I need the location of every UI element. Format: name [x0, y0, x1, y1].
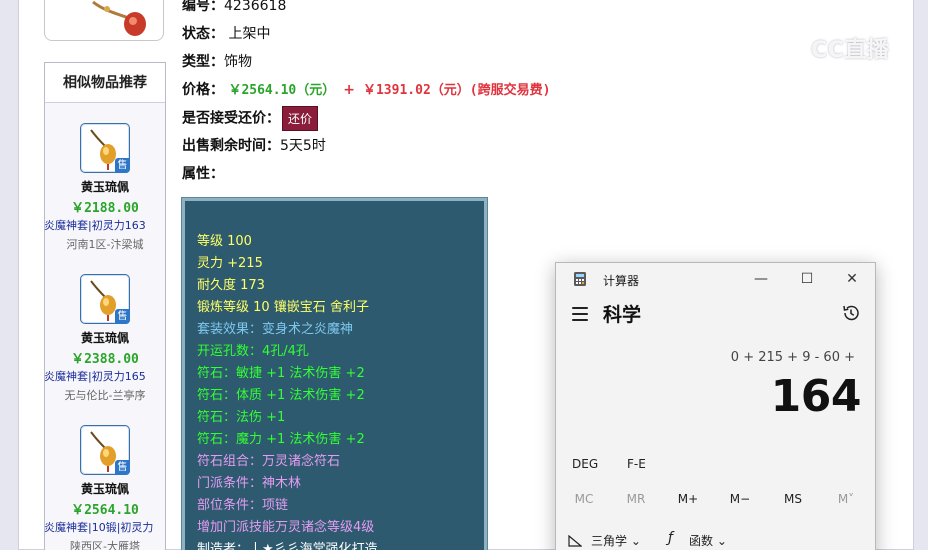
pendant-icon[interactable]: 售 [80, 425, 130, 475]
item-id-label: 编号： [182, 0, 224, 14]
item-id-row: 编号：4236618 [182, 0, 286, 15]
similar-item-attr: 炎魔神套|10锻|初灵力 [44, 521, 154, 534]
calculator-app-icon [574, 272, 586, 286]
similar-item[interactable]: 售 黄玉琉佩 ￥2388.00 炎魔神套|初灵力165 无与伦比-兰亭序 [44, 274, 165, 403]
history-icon[interactable] [841, 303, 861, 323]
calculator-result: 164 [770, 371, 862, 422]
attr-row: 符石：敏捷 +1 法术伤害 +2 [197, 366, 365, 381]
calculator-expression: 0 + 215 + 9 - 60 + [730, 350, 855, 365]
item-attr-label: 属性： [182, 166, 224, 182]
attr-row: 耐久度 173 [197, 278, 265, 293]
item-price-row: 价格： ￥2564.10（元） + ￥1391.02（元）(跨服交易费) [182, 79, 550, 99]
item-time-value: 5天5时 [280, 138, 326, 154]
attr-row: 部位条件：项链 [197, 498, 289, 513]
calculator-window[interactable]: 计算器 — ☐ ✕ 科学 0 + 215 + 9 - 60 + 164 DEG … [555, 262, 876, 550]
item-price-value: ￥2564.10（元） [228, 83, 336, 98]
item-type-row: 类型：饰物 [182, 51, 252, 71]
pendant-icon[interactable]: 售 [80, 274, 130, 324]
bargain-button[interactable]: 还价 [282, 106, 319, 131]
item-attr-row: 属性： [182, 163, 224, 183]
close-button[interactable]: ✕ [841, 269, 863, 289]
sale-badge: 售 [115, 158, 130, 173]
menu-icon[interactable] [572, 307, 588, 321]
similar-item-price: ￥2388.00 [71, 352, 139, 367]
function-icon: ƒ [668, 530, 673, 546]
cross-server-fee: ￥1391.02（元）(跨服交易费) [362, 83, 551, 98]
calculator-function-bar: 三角学 ⌄ ƒ 函数 ⌄ [556, 529, 875, 550]
calculator-titlebar[interactable]: 计算器 — ☐ ✕ [556, 263, 875, 295]
maximize-button[interactable]: ☐ [796, 269, 818, 289]
attr-row: 制造者：丨★彡彡海棠强化打造 [197, 542, 378, 550]
sale-badge: 售 [115, 309, 130, 324]
attr-row: 符石组合：万灵诸念符石 [197, 454, 341, 469]
similar-item-attr: 炎魔神套|初灵力165 [44, 370, 146, 383]
similar-item[interactable]: 售 黄玉琉佩 ￥2564.10 炎魔神套|10锻|初灵力 陕西区-大雁塔 [44, 425, 165, 550]
item-status-row: 状态： 上架中 [182, 23, 270, 43]
attr-row: 符石：体质 +1 法术伤害 +2 [197, 388, 365, 403]
function-dropdown[interactable]: 函数 ⌄ [689, 532, 727, 549]
trigonometry-dropdown[interactable]: 三角学 ⌄ [591, 532, 641, 549]
calculator-mode-title: 科学 [603, 304, 642, 326]
similar-item-price: ￥2564.10 [71, 503, 139, 518]
minimize-button[interactable]: — [750, 269, 772, 289]
watermark-text: CC直播 [811, 38, 890, 63]
attr-row: 门派条件：神木林 [197, 476, 302, 491]
fe-notation-button[interactable]: F-E [627, 457, 646, 471]
item-type-label: 类型： [182, 54, 224, 70]
attribute-panel: 等级 100 灵力 +215 耐久度 173 锻炼等级 10 镶嵌宝石 舍利子 … [181, 197, 488, 550]
chevron-down-icon: ⌄ [630, 534, 641, 548]
similar-items-title: 相似物品推荐 [45, 63, 165, 103]
attr-row: 开运孔数：4孔/4孔 [197, 344, 309, 359]
item-time-label: 出售剩余时间： [182, 138, 280, 154]
similar-item-name[interactable]: 黄玉琉佩 [45, 178, 165, 195]
attr-row: 符石：法伤 +1 [197, 410, 286, 425]
attr-row: 锻炼等级 10 镶嵌宝石 舍利子 [197, 300, 369, 315]
attr-row: 套装效果：变身术之炎魔神 [197, 322, 354, 337]
item-id-value: 4236618 [224, 0, 287, 14]
triangle-ruler-icon [568, 535, 582, 547]
similar-item[interactable]: 售 黄玉琉佩 ￥2188.00 炎魔神套|初灵力163 河南1区-汴梁城 [44, 123, 165, 252]
attr-row: 灵力 +215 [197, 256, 263, 271]
similar-items-panel: 相似物品推荐 售 黄玉琉佩 ￥2188.00 炎魔神套|初灵力163 河南1区-… [44, 62, 166, 550]
price-plus-sign: + [343, 82, 355, 98]
similar-item-attr: 炎魔神套|初灵力163 [44, 219, 146, 232]
item-bargain-row: 是否接受还价： 还价 [182, 106, 319, 131]
item-status-label: 状态： [182, 26, 224, 42]
sale-badge: 售 [115, 460, 130, 475]
memory-clear-button[interactable]: MC [566, 492, 602, 506]
memory-add-button[interactable]: M+ [670, 492, 706, 506]
chevron-down-icon: ⌄ [716, 534, 727, 548]
item-price-label: 价格： [182, 82, 224, 98]
calculator-header: 科学 [556, 295, 875, 335]
item-time-row: 出售剩余时间：5天5时 [182, 135, 326, 155]
attr-row: 等级 100 [197, 234, 252, 249]
similar-item-price: ￥2188.00 [71, 201, 139, 216]
cc-logo-icon [782, 40, 802, 62]
similar-item-server: 无与伦比-兰亭序 [64, 389, 146, 402]
item-bargain-label: 是否接受还价： [182, 110, 280, 127]
similar-item-server: 河南1区-汴梁城 [66, 238, 144, 251]
trigonometry-label: 三角学 [591, 534, 628, 548]
memory-store-button[interactable]: MS [775, 492, 811, 506]
function-label: 函数 [689, 534, 714, 548]
attr-row: 增加门派技能万灵诸念等级4级 [197, 520, 375, 535]
calculator-title: 计算器 [603, 274, 640, 288]
memory-recall-button[interactable]: MR [618, 492, 654, 506]
item-status-value: 上架中 [228, 26, 271, 42]
memory-subtract-button[interactable]: M− [722, 492, 758, 506]
angle-mode-button[interactable]: DEG [572, 457, 598, 471]
pendant-icon[interactable]: 售 [80, 123, 130, 173]
attr-row: 符石：魔力 +1 法术伤害 +2 [197, 432, 365, 447]
item-type-value: 饰物 [224, 54, 252, 70]
similar-item-name[interactable]: 黄玉琉佩 [45, 480, 165, 497]
item-image [44, 0, 164, 41]
similar-item-name[interactable]: 黄玉琉佩 [45, 329, 165, 346]
similar-item-server: 陕西区-大雁塔 [70, 540, 140, 550]
memory-list-button[interactable]: M˅ [828, 492, 864, 506]
stream-watermark: CC直播 [778, 32, 889, 64]
